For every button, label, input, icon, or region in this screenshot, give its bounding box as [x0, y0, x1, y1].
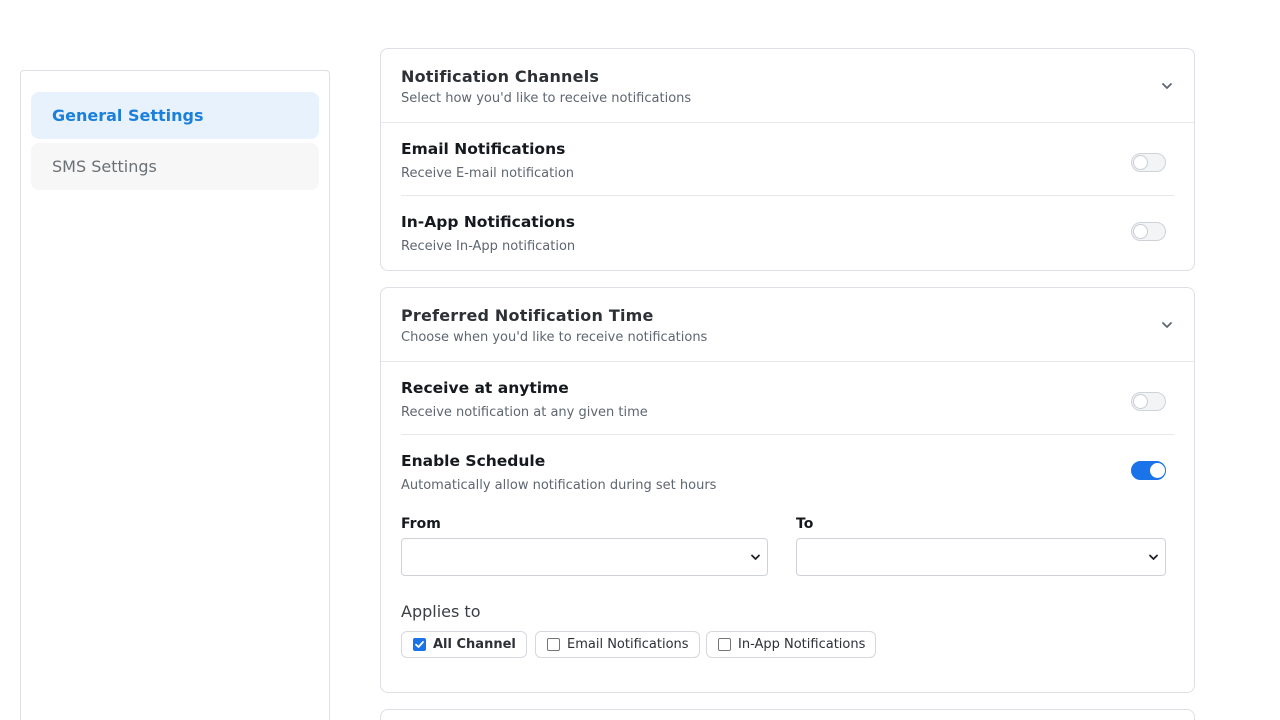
- from-label: From: [401, 516, 441, 532]
- chevron-down-icon: [751, 554, 760, 560]
- row-title: Receive at anytime: [401, 379, 569, 397]
- enable-schedule-toggle[interactable]: [1131, 461, 1166, 480]
- row-title: Enable Schedule: [401, 452, 546, 470]
- preferred-time-card: Preferred Notification Time Choose when …: [380, 287, 1195, 693]
- applies-in-app-notifications-chip[interactable]: In-App Notifications: [706, 631, 877, 658]
- notification-channels-card: Notification Channels Select how you'd l…: [380, 48, 1195, 271]
- enable-schedule-row: Enable Schedule Automatically allow noti…: [401, 435, 1174, 685]
- applies-all-channel-chip[interactable]: All Channel: [401, 631, 527, 658]
- row-subtitle: Receive notification at any given time: [401, 405, 648, 420]
- chip-label: In-App Notifications: [738, 637, 866, 652]
- toggle-knob: [1133, 224, 1148, 239]
- chevron-down-icon[interactable]: [1160, 318, 1174, 332]
- applies-email-notifications-chip[interactable]: Email Notifications: [535, 631, 700, 658]
- card-subtitle: Select how you'd like to receive notific…: [401, 91, 692, 106]
- card-subtitle: Choose when you'd like to receive notifi…: [401, 330, 708, 345]
- email-notifications-checkbox[interactable]: [547, 638, 560, 651]
- receive-anytime-row: Receive at anytime Receive notification …: [401, 362, 1174, 435]
- row-subtitle: Receive In-App notification: [401, 239, 576, 254]
- preferred-time-header[interactable]: Preferred Notification Time Choose when …: [381, 288, 1194, 362]
- sidebar-item-sms-settings[interactable]: SMS Settings: [31, 143, 319, 190]
- settings-sidebar: General Settings SMS Settings: [20, 70, 330, 720]
- sidebar-item-label: SMS Settings: [52, 157, 157, 176]
- checkmark-icon: [415, 641, 424, 648]
- toggle-knob: [1133, 394, 1148, 409]
- sidebar-item-label: General Settings: [52, 106, 204, 125]
- toggle-knob: [1133, 155, 1148, 170]
- card-title: Notification Channels: [401, 67, 600, 86]
- sidebar-item-general-settings[interactable]: General Settings: [31, 92, 319, 139]
- notification-channels-header[interactable]: Notification Channels Select how you'd l…: [381, 49, 1194, 123]
- row-title: In-App Notifications: [401, 213, 575, 231]
- in-app-notifications-toggle[interactable]: [1131, 222, 1166, 241]
- chip-label: Email Notifications: [567, 637, 689, 652]
- email-notifications-toggle[interactable]: [1131, 153, 1166, 172]
- chevron-down-icon: [1149, 554, 1158, 560]
- row-subtitle: Automatically allow notification during …: [401, 478, 717, 493]
- next-settings-card: [380, 709, 1195, 720]
- from-select[interactable]: [401, 538, 768, 576]
- email-notifications-row: Email Notifications Receive E-mail notif…: [401, 123, 1174, 196]
- to-select[interactable]: [796, 538, 1166, 576]
- chip-label: All Channel: [433, 637, 516, 652]
- chevron-down-icon[interactable]: [1160, 79, 1174, 93]
- row-title: Email Notifications: [401, 140, 566, 158]
- toggle-knob: [1150, 463, 1165, 478]
- receive-anytime-toggle[interactable]: [1131, 392, 1166, 411]
- in-app-notifications-row: In-App Notifications Receive In-App noti…: [401, 196, 1174, 268]
- in-app-notifications-checkbox[interactable]: [718, 638, 731, 651]
- to-label: To: [796, 516, 814, 532]
- all-channel-checkbox[interactable]: [413, 638, 426, 651]
- card-title: Preferred Notification Time: [401, 306, 654, 325]
- applies-to-label: Applies to: [401, 602, 481, 621]
- row-subtitle: Receive E-mail notification: [401, 166, 575, 181]
